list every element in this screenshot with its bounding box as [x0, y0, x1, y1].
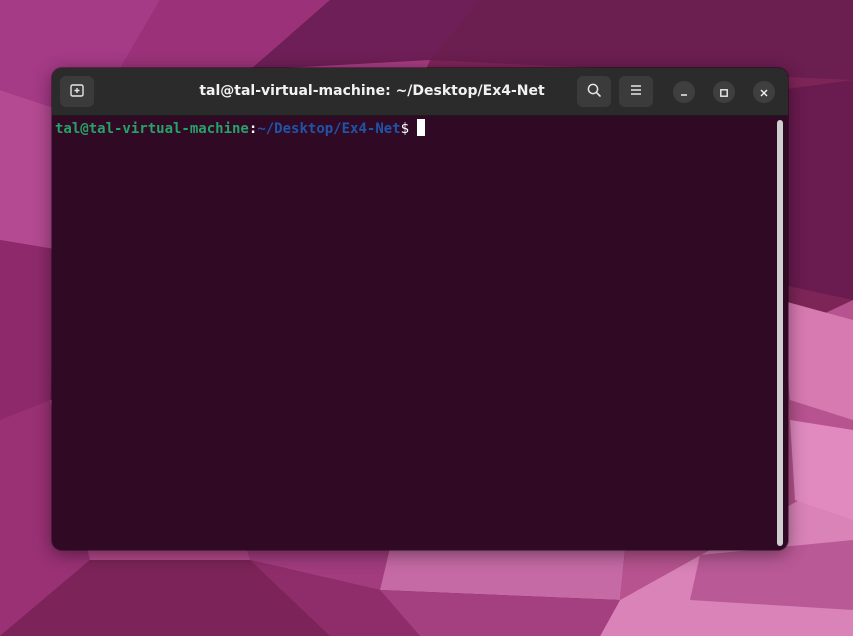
search-icon [586, 82, 602, 102]
shell-prompt: tal@tal-virtual-machine:~/Desktop/Ex4-Ne… [55, 119, 426, 138]
close-button[interactable] [753, 81, 775, 103]
search-button[interactable] [577, 76, 611, 107]
hamburger-menu-icon [628, 82, 644, 102]
prompt-path: ~/Desktop/Ex4-Net [257, 121, 401, 137]
header-bar: tal@tal-virtual-machine: ~/Desktop/Ex4-N… [52, 68, 788, 116]
maximize-icon [719, 83, 729, 102]
terminal-window[interactable]: tal@tal-virtual-machine: ~/Desktop/Ex4-N… [52, 68, 788, 550]
vertical-scrollbar[interactable] [776, 120, 784, 546]
maximize-button[interactable] [713, 81, 735, 103]
prompt-sigil: $ [400, 121, 418, 137]
window-title: tal@tal-virtual-machine: ~/Desktop/Ex4-N… [199, 83, 545, 99]
close-icon [759, 83, 769, 102]
scrollbar-thumb[interactable] [777, 120, 783, 546]
terminal-output-area[interactable]: tal@tal-virtual-machine:~/Desktop/Ex4-Ne… [52, 116, 788, 550]
minimize-icon [679, 83, 689, 102]
text-cursor [417, 119, 426, 136]
main-menu-button[interactable] [619, 76, 653, 107]
new-tab-button[interactable] [60, 76, 94, 107]
new-tab-icon [69, 82, 85, 102]
prompt-user: tal@tal-virtual-machine [55, 121, 249, 137]
minimize-button[interactable] [673, 81, 695, 103]
